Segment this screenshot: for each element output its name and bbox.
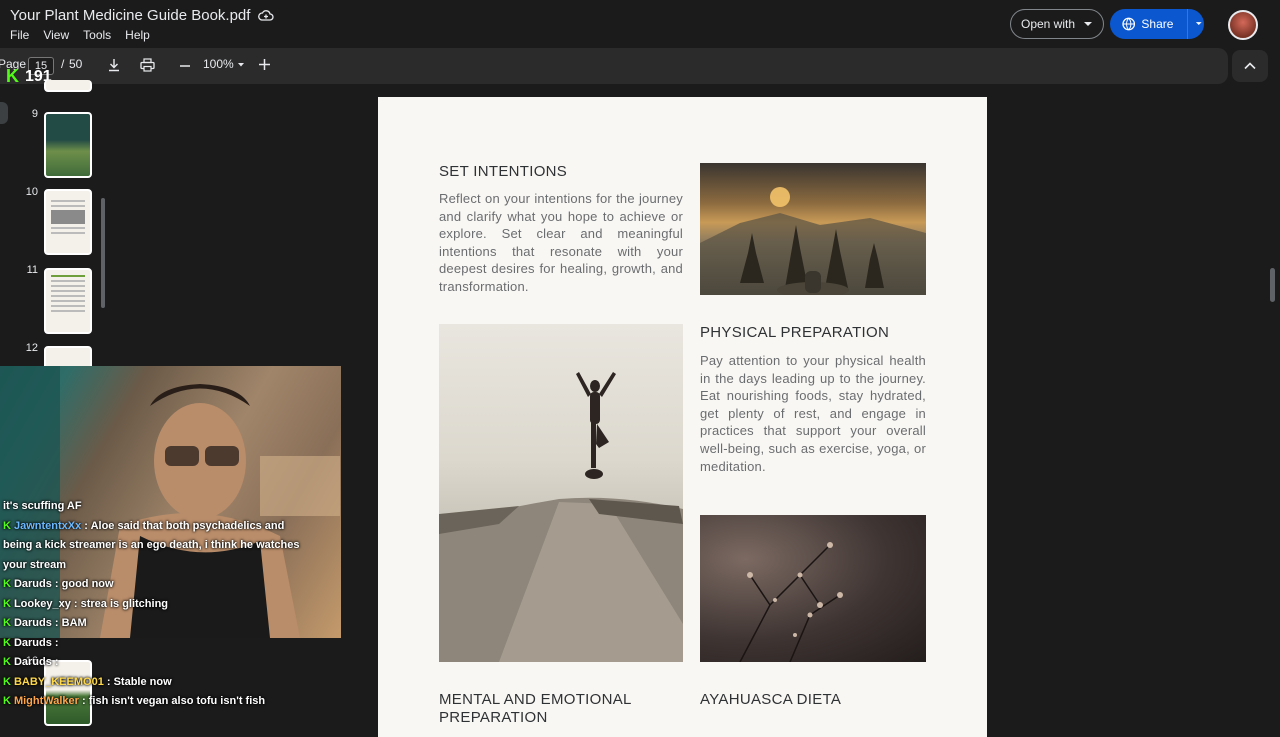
kick-badge-icon: K (3, 578, 11, 590)
chat-message: K Daruds : good now (3, 575, 303, 595)
open-with-button[interactable]: Open with (1010, 9, 1104, 39)
thumbnail-number: 10 (25, 186, 38, 198)
chat-username: Daruds (13, 636, 52, 649)
page-separator: / (61, 57, 65, 71)
dried-flowers-image (700, 515, 926, 662)
open-with-label: Open with (1020, 17, 1076, 31)
caret-down-icon (1084, 22, 1093, 26)
globe-icon (1122, 17, 1136, 31)
chat-text: it's scuffing AF (3, 500, 82, 512)
heading-ayahuasca-dieta: AYAHUASCA DIETA (700, 691, 842, 708)
pdf-toolbar: Page 15 / 50 100% (0, 48, 1228, 84)
zoom-caret-icon[interactable] (237, 61, 245, 69)
download-icon[interactable] (107, 58, 121, 72)
pdf-page: SET INTENTIONS Reflect on your intention… (378, 97, 987, 737)
chat-separator: : (70, 597, 81, 610)
menu-bar: File View Tools Help (10, 28, 150, 42)
chat-text: fish isn't vegan also tofu isn't fish (88, 695, 266, 707)
account-avatar[interactable] (1228, 10, 1258, 40)
document-scrollbar[interactable] (1270, 268, 1275, 302)
chat-message: K Lookey_xy : strea is glitching (3, 595, 303, 615)
chat-message: K JawntentxXx : Aloe said that both psych… (3, 517, 303, 576)
sidebar-toggle[interactable] (0, 102, 8, 124)
menu-help[interactable]: Help (125, 28, 150, 42)
kick-badge-icon: K (3, 597, 11, 610)
chat-message: K Daruds : (3, 653, 303, 673)
paragraph-physical-preparation: Pay attention to your physical health in… (700, 353, 926, 474)
print-icon[interactable] (140, 58, 155, 72)
kick-badge-icon: K (3, 617, 11, 629)
chat-username: MightWalker (13, 695, 79, 707)
chat-text: good now (61, 578, 114, 590)
heading-set-intentions: SET INTENTIONS (439, 163, 568, 180)
kick-badge-icon: K (3, 636, 11, 649)
chat-message: K Daruds : (3, 634, 303, 654)
chat-username: BABY_KEEMO01 (13, 675, 104, 688)
stream-chat: it's scuffing AF K JawntentxXx : Aloe sai… (3, 497, 303, 712)
share-divider (1187, 9, 1189, 39)
share-label: Share (1141, 17, 1174, 31)
heading-physical-preparation: PHYSICAL PREPARATION (700, 324, 890, 341)
kick-badge-icon: K (3, 656, 11, 668)
total-pages: 50 (69, 57, 83, 71)
chat-username: Daruds (13, 617, 52, 629)
chat-text: strea is glitching (80, 597, 169, 610)
chat-message: K MightWalker : fish isn't vegan also tof… (3, 692, 303, 712)
thumbnail-number: 12 (25, 342, 38, 354)
chat-text: BAM (61, 617, 87, 629)
chat-username: Lookey_xy (13, 597, 71, 610)
document-title: Your Plant Medicine Guide Book.pdf (10, 7, 251, 24)
kick-logo-icon: K (6, 66, 19, 86)
chat-separator: : (51, 636, 59, 649)
chat-text: Stable now (113, 675, 172, 688)
chat-message: K BABY_KEEMO01 : Stable now (3, 673, 303, 693)
chevron-up-icon (1244, 62, 1256, 70)
kick-badge-icon: K (3, 519, 11, 532)
thumbnail-page-10[interactable] (44, 189, 92, 255)
thumbnail-number: 11 (26, 264, 38, 276)
collapse-toolbar-button[interactable] (1232, 50, 1268, 82)
chat-separator: : (103, 675, 114, 688)
chat-separator: : (51, 578, 62, 590)
chat-username: Daruds (13, 578, 52, 590)
chat-username: JawntentxXx (13, 519, 82, 532)
chat-separator: : (51, 656, 59, 668)
chat-separator: : (51, 617, 62, 629)
kick-badge-icon: K (3, 695, 11, 707)
yoga-tree-pose-image (439, 324, 683, 662)
paragraph-set-intentions: Reflect on your intentions for the journ… (439, 191, 683, 294)
kick-badge-icon: K (3, 675, 11, 688)
share-options-caret-icon[interactable] (1194, 19, 1204, 29)
chat-message: K Daruds : BAM (3, 614, 303, 634)
thumbnail-number: 9 (31, 108, 38, 120)
zoom-in-icon[interactable] (258, 58, 271, 71)
menu-view[interactable]: View (43, 28, 69, 42)
thumbnail-page-8[interactable] (44, 80, 92, 92)
add-to-drive-icon[interactable] (258, 8, 275, 24)
thumbnail-page-9[interactable] (44, 112, 92, 178)
menu-file[interactable]: File (10, 28, 29, 42)
heading-mental-emotional-preparation: MENTAL AND EMOTIONAL PREPARATION (439, 691, 632, 726)
thumbnail-page-11[interactable] (44, 268, 92, 334)
chat-message: it's scuffing AF (3, 497, 303, 517)
document-title-area: Your Plant Medicine Guide Book.pdf (10, 7, 275, 24)
chat-username: Daruds (13, 656, 52, 668)
temple-sunrise-image (700, 163, 926, 295)
title-bar: Your Plant Medicine Guide Book.pdf File … (0, 0, 1280, 46)
sidebar-scrollbar[interactable] (101, 198, 105, 308)
menu-tools[interactable]: Tools (83, 28, 111, 42)
zoom-out-icon[interactable] (179, 60, 191, 72)
share-button[interactable]: Share (1110, 9, 1204, 39)
chat-separator: : (78, 695, 89, 707)
zoom-level[interactable]: 100% (203, 57, 234, 71)
chat-separator: : (81, 519, 91, 532)
